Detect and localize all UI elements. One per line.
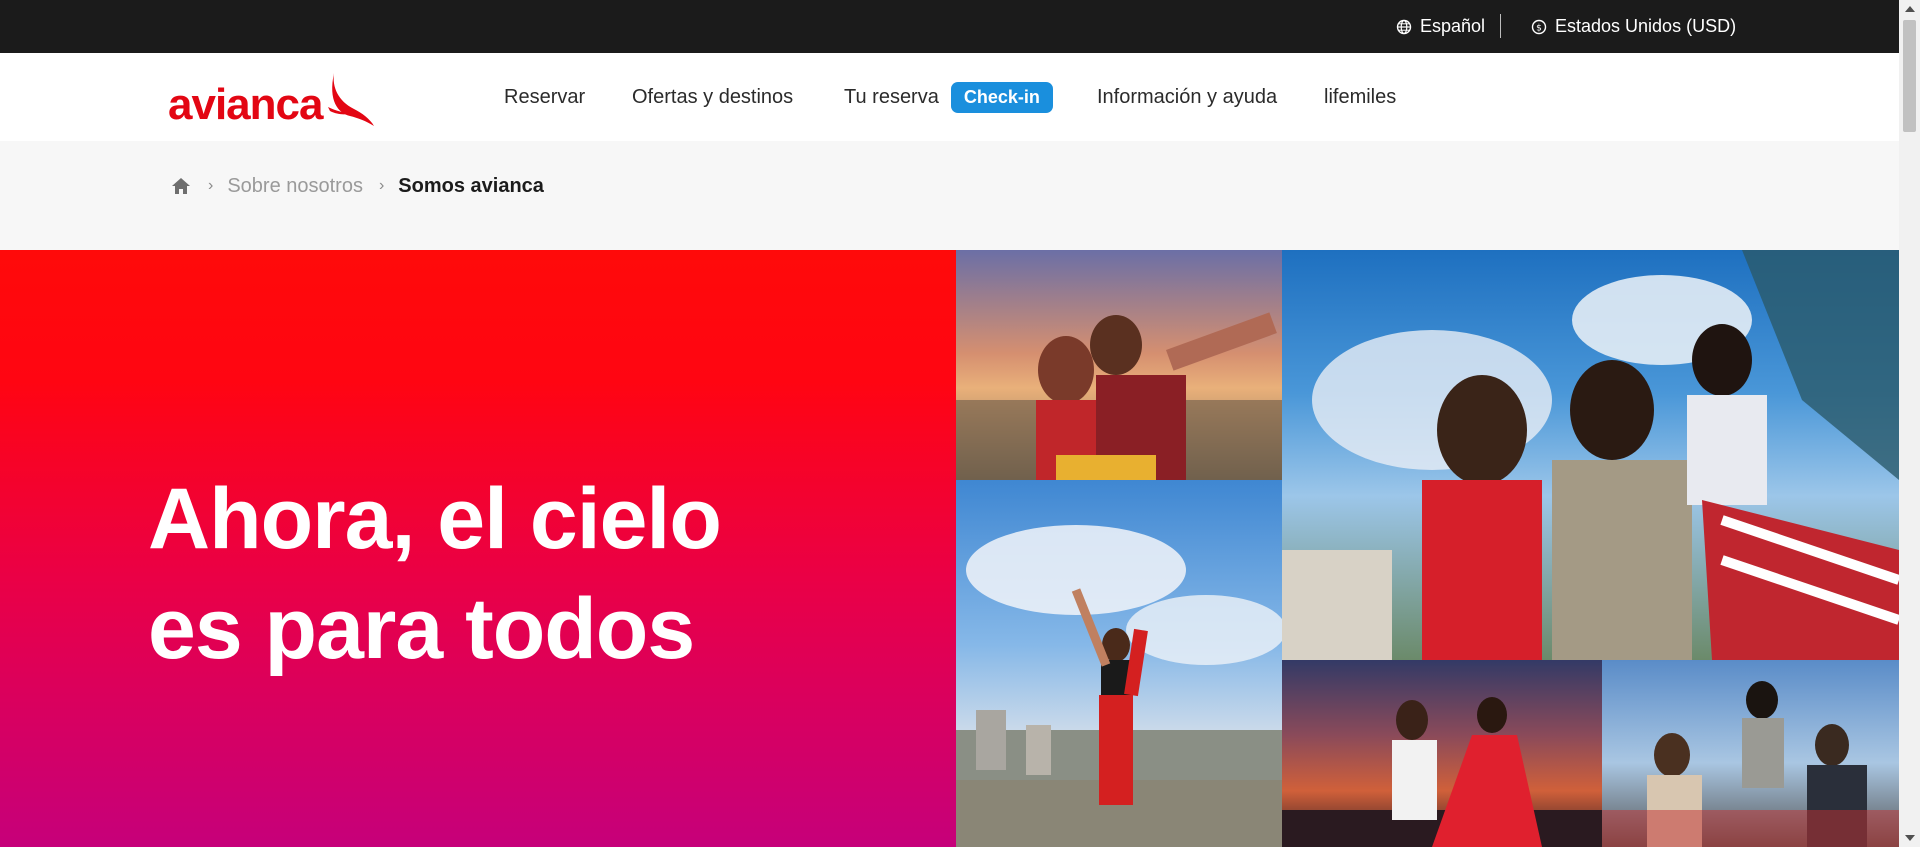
utility-bar: Español $ Estados Unidos (USD) [0, 0, 1899, 53]
hero-title-line-2: es para todos [148, 581, 695, 677]
nav-informacion-ayuda[interactable]: Información y ayuda [1097, 53, 1277, 141]
checkin-button[interactable]: Check-in [950, 81, 1053, 113]
home-icon[interactable] [170, 175, 192, 197]
breadcrumb: › Sobre nosotros › Somos avianca [0, 141, 1899, 250]
main-header: avianca Reservar Ofertas y destinos Tu r… [0, 53, 1899, 141]
globe-icon [1396, 19, 1412, 34]
nav-tu-reserva[interactable]: Tu reserva Check-in [844, 53, 1053, 141]
logo-wordmark: avianca [168, 80, 323, 129]
hero-title-line-1: Ahora, el cielo [148, 471, 722, 567]
nav-lifemiles[interactable]: lifemiles [1324, 53, 1396, 141]
nav-ofertas-destinos[interactable]: Ofertas y destinos [632, 53, 793, 141]
breadcrumb-sobre-nosotros[interactable]: Sobre nosotros [227, 175, 363, 198]
avianca-logo[interactable]: avianca [168, 71, 376, 127]
tu-reserva-label: Tu reserva [844, 85, 939, 108]
scroll-down-arrow-icon[interactable] [1905, 835, 1915, 841]
language-label: Español [1420, 16, 1486, 36]
svg-text:$: $ [1536, 23, 1542, 33]
photo-couple-dancing [1282, 660, 1602, 847]
currency-icon: $ [1531, 19, 1547, 34]
chevron-right-icon: › [208, 177, 214, 194]
nav-reservar[interactable]: Reservar [504, 53, 585, 141]
language-selector[interactable]: Español [1396, 0, 1485, 53]
scroll-up-arrow-icon[interactable] [1905, 6, 1915, 12]
breadcrumb-current-page: Somos avianca [398, 174, 544, 197]
hero-title: Ahora, el cielo es para todos [148, 464, 848, 684]
photo-friends-dancing [1282, 250, 1899, 660]
page-scrollbar[interactable] [1899, 0, 1920, 847]
photo-woman-kicking [956, 480, 1282, 847]
country-label: Estados Unidos (USD) [1555, 16, 1737, 36]
scrollbar-thumb[interactable] [1903, 20, 1916, 132]
photo-friends-toasting [1602, 660, 1899, 847]
utility-divider [1500, 14, 1501, 38]
hero-gradient-panel: Ahora, el cielo es para todos [0, 250, 956, 847]
avianca-bird-icon [328, 73, 375, 126]
photo-couple-selfie [956, 250, 1282, 480]
country-currency-selector[interactable]: $ Estados Unidos (USD) [1531, 0, 1736, 53]
chevron-right-icon: › [378, 177, 385, 194]
hero-section: Ahora, el cielo es para todos [0, 250, 1899, 847]
